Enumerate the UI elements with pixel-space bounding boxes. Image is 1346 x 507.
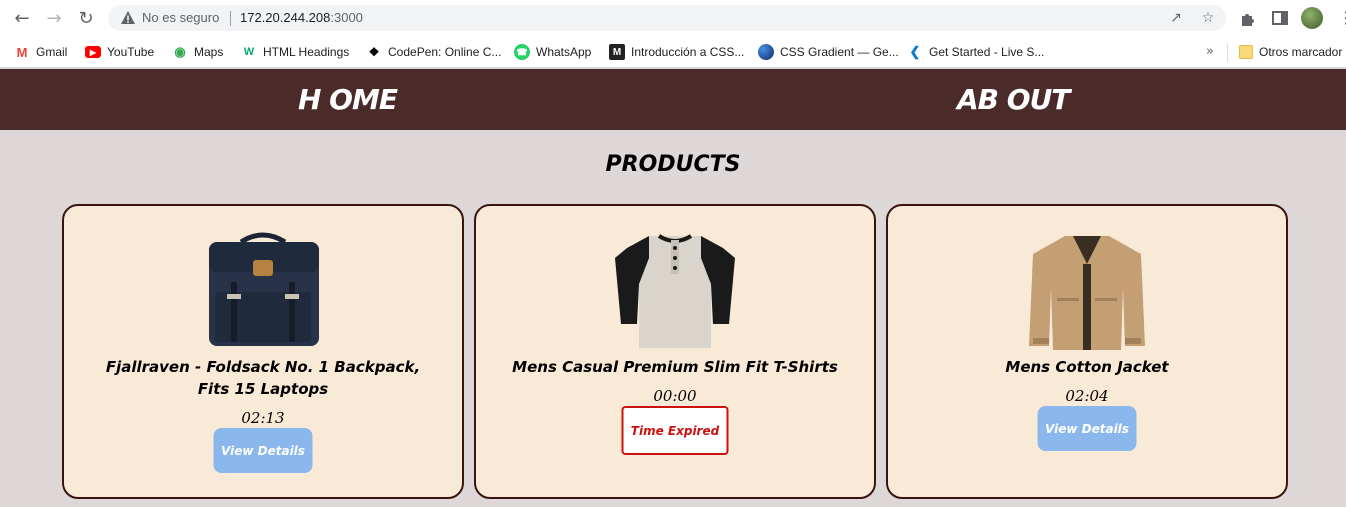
bookmark-label: Otros marcador [1259, 45, 1343, 59]
forward-icon[interactable]: → [42, 6, 66, 30]
security-label[interactable]: No es seguro [142, 10, 219, 25]
url-host: 172.20.244.208 [240, 10, 331, 25]
youtube-icon: ▶ [85, 46, 101, 58]
bookmark-intro-css[interactable]: M Introducción a CSS... [609, 42, 744, 62]
gmail-icon: M [16, 44, 28, 60]
gradient-icon [758, 44, 774, 60]
bookmark-label: Gmail [36, 45, 68, 59]
bookmarks-bar: M Gmail ▶ YouTube ◉ Maps W HTML Headings… [0, 36, 1346, 68]
url-port: :3000 [330, 10, 363, 25]
time-expired-badge: Time Expired [621, 406, 729, 455]
extensions-icon[interactable] [1238, 8, 1258, 28]
bookmark-maps[interactable]: ◉ Maps [172, 42, 223, 62]
back-icon[interactable]: ← [10, 6, 34, 30]
bookmark-live-server[interactable]: ❮ Get Started - Live S... [907, 42, 1045, 62]
url-text[interactable]: 172.20.244.208:3000 [240, 10, 363, 25]
bookmark-label: Introducción a CSS... [631, 45, 745, 59]
bookmark-label: WhatsApp [536, 45, 592, 59]
view-details-button[interactable]: View Details [1037, 406, 1137, 451]
product-timer: 02:04 [1065, 387, 1109, 405]
bookmark-gmail[interactable]: M Gmail [14, 42, 68, 62]
whatsapp-icon: ☎ [514, 44, 530, 60]
bookmark-label: Get Started - Live S... [929, 45, 1045, 59]
bookmark-css-gradient[interactable]: CSS Gradient — Ge... [758, 42, 899, 62]
backpack-image [209, 232, 319, 346]
browser-toolbar: ← → ↻ No es seguro 172.20.244.208:3000 ↗… [0, 0, 1346, 36]
address-bar[interactable]: No es seguro 172.20.244.208:3000 ↗ ☆ [108, 5, 1226, 31]
product-card: Mens Cotton Jacket 02:04 View Details [886, 204, 1288, 499]
product-card: Mens Casual Premium Slim Fit T-Shirts 00… [474, 204, 876, 499]
side-panel-icon[interactable] [1270, 8, 1290, 28]
nav-about-link[interactable]: AB OUT [957, 83, 1070, 116]
bookmarks-divider [1227, 44, 1228, 62]
bookmark-label: Maps [194, 45, 224, 59]
other-bookmarks-folder[interactable]: Otros marcador [1239, 42, 1342, 62]
bookmark-label: CodePen: Online C... [388, 45, 502, 59]
product-title: Mens Cotton Jacket [1005, 358, 1169, 376]
page-title: PRODUCTS [605, 152, 741, 177]
product-timer: 02:13 [241, 409, 285, 427]
product-card: Fjallraven - Foldsack No. 1 Backpack, Fi… [62, 204, 464, 499]
bookmark-whatsapp[interactable]: ☎ WhatsApp [514, 42, 591, 62]
bookmark-label: YouTube [107, 45, 155, 59]
bookmark-youtube[interactable]: ▶ YouTube [85, 42, 154, 62]
more-bookmarks-button[interactable]: » [1206, 44, 1214, 59]
site-navbar: H OME AB OUT [0, 69, 1346, 130]
share-icon[interactable]: ↗ [1167, 9, 1185, 27]
maps-icon: ◉ [174, 44, 186, 59]
m-icon: M [609, 44, 625, 60]
bookmark-star-icon[interactable]: ☆ [1199, 9, 1217, 27]
menu-icon[interactable]: ⋮ [1338, 8, 1346, 28]
nav-home-link[interactable]: H OME [298, 83, 398, 116]
product-timer: 00:00 [653, 387, 697, 405]
jacket-image [1029, 236, 1145, 350]
tshirt-image [615, 234, 735, 348]
product-title: Fjallraven - Foldsack No. 1 Backpack, Fi… [105, 358, 421, 398]
warning-icon[interactable] [120, 10, 136, 26]
w3schools-icon: W [243, 46, 255, 58]
product-title: Mens Casual Premium Slim Fit T-Shirts [512, 358, 838, 376]
reload-icon[interactable]: ↻ [74, 6, 98, 30]
vscode-icon: ❮ [909, 44, 921, 59]
bookmark-label: CSS Gradient — Ge... [780, 45, 899, 59]
omnibox-divider [230, 11, 231, 26]
view-details-button[interactable]: View Details [213, 428, 313, 473]
bookmark-label: HTML Headings [263, 45, 350, 59]
folder-icon [1239, 45, 1253, 59]
profile-avatar[interactable] [1301, 7, 1323, 29]
bookmark-codepen[interactable]: ❖ CodePen: Online C... [366, 42, 502, 62]
codepen-icon: ❖ [368, 45, 380, 59]
bookmark-html-headings[interactable]: W HTML Headings [241, 42, 349, 62]
